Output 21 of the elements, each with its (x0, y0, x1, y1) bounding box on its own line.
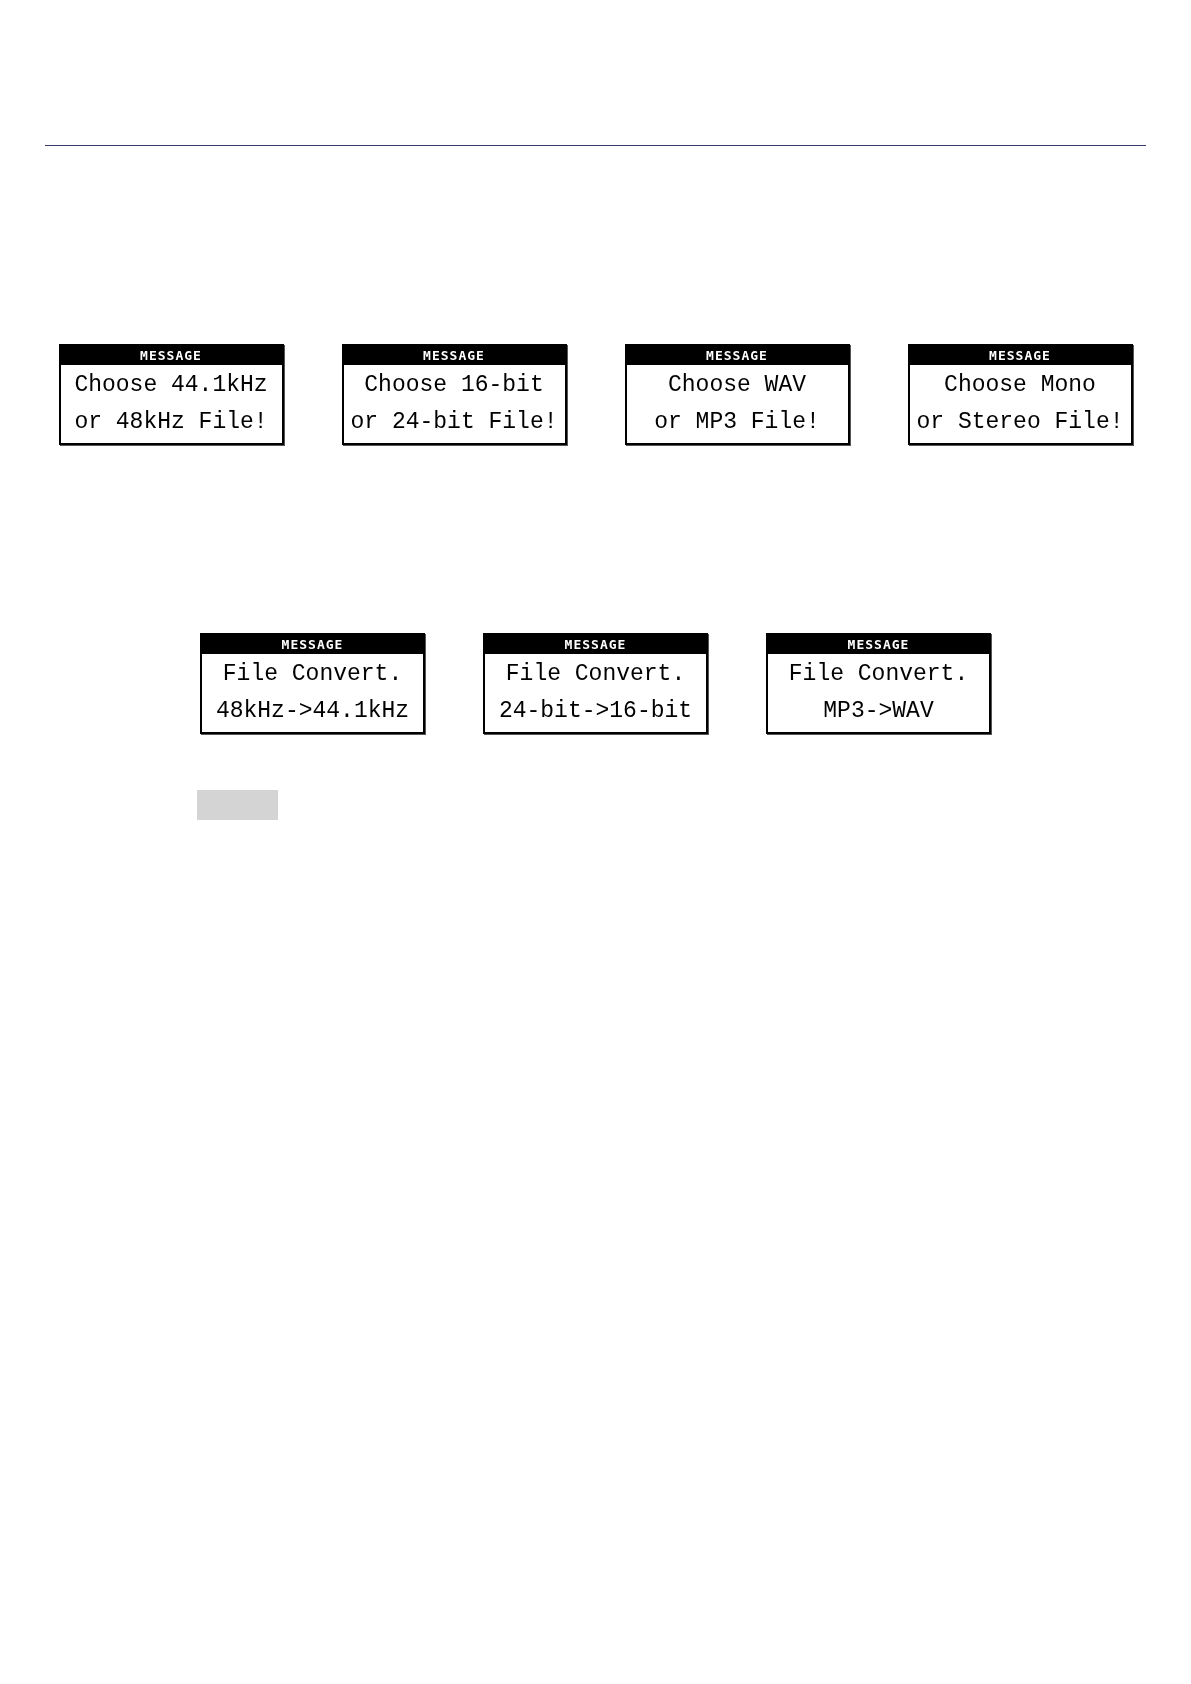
lcd-text-line: or 24-bit File! (350, 408, 558, 437)
lcd-text-line: or Stereo File! (916, 408, 1124, 437)
lcd-text-line: File Convert. (222, 660, 403, 689)
message-header: MESSAGE (768, 635, 989, 654)
lcd-text-line: 24-bit->16-bit (498, 697, 693, 726)
message-header: MESSAGE (202, 635, 423, 654)
message-header: MESSAGE (485, 635, 706, 654)
lcd-text-line: File Convert. (788, 660, 969, 689)
lcd-text-line: Choose WAV (668, 371, 806, 400)
message-header: MESSAGE (626, 346, 848, 365)
lcd-text-line: MP3->WAV (823, 697, 934, 726)
lcd-text-line: or 48kHz File! (74, 408, 268, 437)
message-header: MESSAGE (60, 346, 282, 365)
lcd-text-line: File Convert. (505, 660, 686, 689)
message-header: MESSAGE (909, 346, 1131, 365)
lcd-text-line: 48kHz->44.1kHz (215, 697, 410, 726)
lcd-text-line: Choose 16-bit (364, 371, 544, 400)
lcd-text-line: or MP3 File! (654, 408, 820, 437)
lcd-text-line: Choose 44.1kHz (74, 371, 268, 400)
lcd-text-line: Choose Mono (944, 371, 1096, 400)
message-header: MESSAGE (343, 346, 565, 365)
